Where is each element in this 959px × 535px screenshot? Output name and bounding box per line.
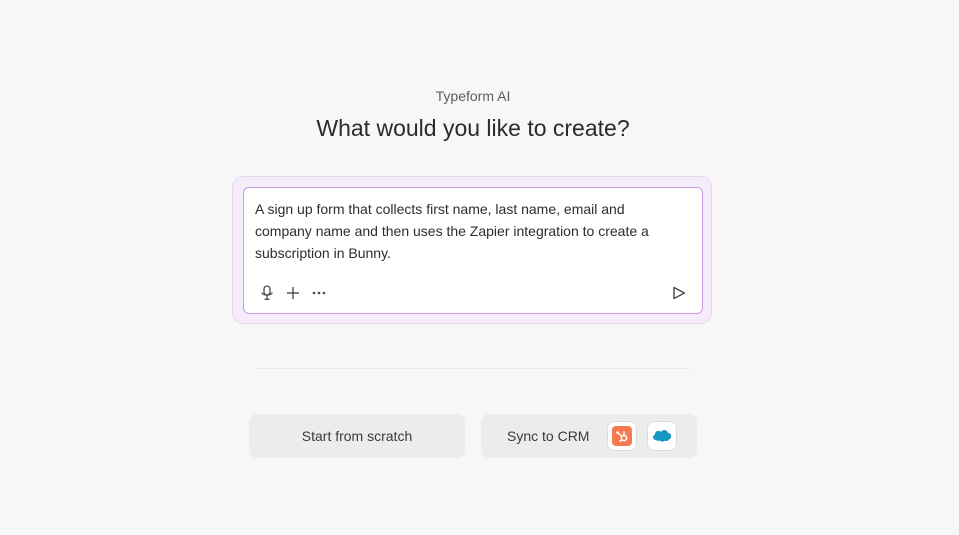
salesforce-logo bbox=[647, 421, 678, 451]
sync-to-crm-button[interactable]: Sync to CRM bbox=[481, 414, 697, 458]
more-icon bbox=[312, 291, 326, 295]
hubspot-icon bbox=[612, 426, 633, 446]
product-label: Typeform AI bbox=[435, 88, 511, 104]
start-from-scratch-button[interactable]: Start from scratch bbox=[249, 414, 465, 458]
sync-to-crm-label: Sync to CRM bbox=[507, 428, 590, 444]
plus-icon bbox=[286, 286, 300, 300]
send-icon bbox=[672, 286, 686, 300]
section-divider bbox=[256, 368, 690, 369]
hubspot-logo bbox=[607, 421, 638, 451]
typeform-ai-create-page: Typeform AI What would you like to creat… bbox=[0, 0, 959, 535]
microphone-button[interactable] bbox=[256, 282, 278, 304]
prompt-text[interactable]: A sign up form that collects first name,… bbox=[255, 198, 685, 264]
page-title: What would you like to create? bbox=[316, 115, 630, 141]
start-from-scratch-label: Start from scratch bbox=[301, 428, 413, 444]
microphone-icon bbox=[260, 285, 274, 301]
prompt-input-box[interactable]: A sign up form that collects first name,… bbox=[243, 187, 703, 314]
add-attachment-button[interactable] bbox=[282, 282, 304, 304]
send-button[interactable] bbox=[668, 282, 690, 304]
salesforce-icon bbox=[651, 427, 673, 446]
more-options-button[interactable] bbox=[308, 282, 330, 304]
